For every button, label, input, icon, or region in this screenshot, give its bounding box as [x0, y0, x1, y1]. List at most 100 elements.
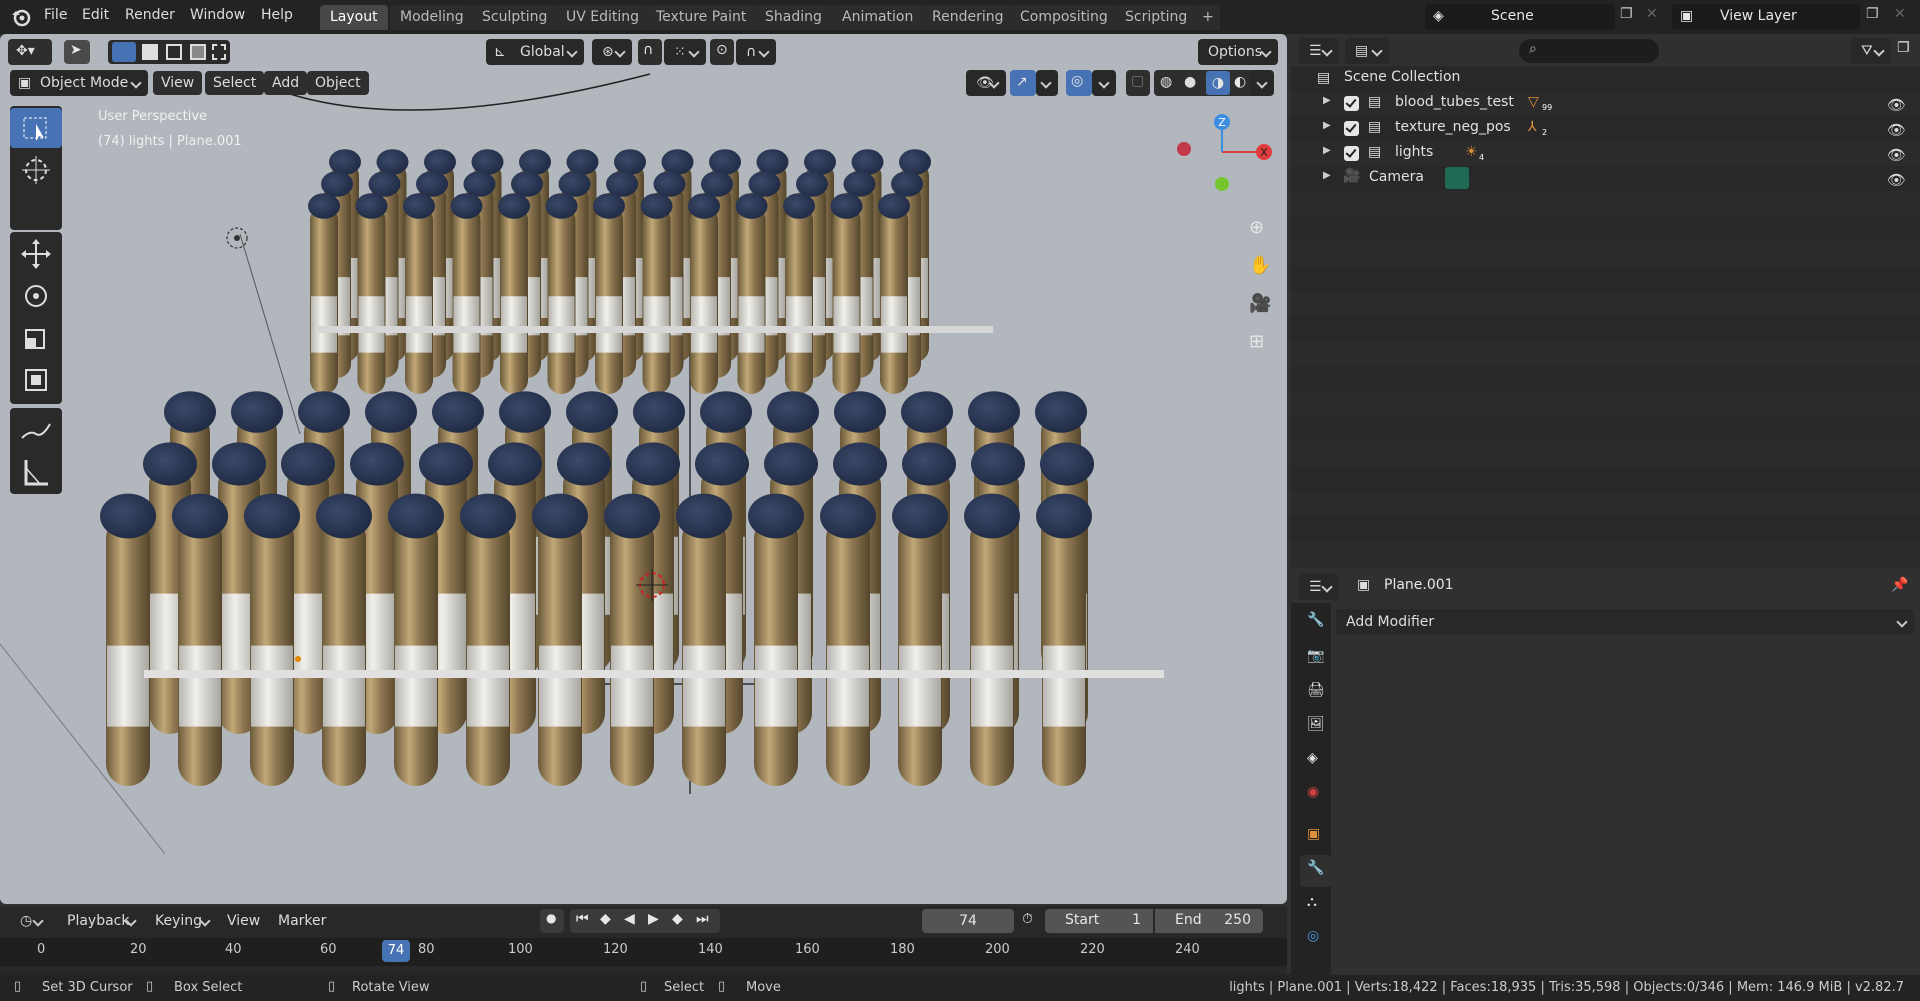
exclude-checkbox[interactable] — [1344, 121, 1359, 136]
tab-layout[interactable]: Layout — [320, 5, 388, 30]
physics-tab[interactable]: ◎ — [1300, 923, 1332, 955]
outliner-editor-type[interactable]: ☰ — [1299, 38, 1339, 64]
expand-arrow-icon[interactable]: ▶ — [1323, 120, 1331, 131]
tab-scripting[interactable]: Scripting — [1115, 5, 1198, 30]
outliner-row-texture-neg-pos[interactable]: ▶ ▤ texture_neg_pos ⅄ 2 👁 — [1291, 116, 1920, 141]
perspective-toggle-icon[interactable]: ⊞ — [1237, 324, 1277, 358]
object-tab[interactable]: ▣ — [1300, 821, 1332, 853]
timeline-editor-type[interactable]: ◷ — [10, 908, 50, 934]
scene-selector[interactable]: ◈ Scene — [1425, 4, 1615, 30]
tool-tab[interactable]: 🔧 — [1300, 607, 1332, 639]
transform-tool[interactable] — [10, 360, 62, 400]
prev-keyframe-icon[interactable]: ◆ — [600, 911, 611, 927]
neg-x-axis-handle[interactable] — [1177, 142, 1191, 156]
jump-end-icon[interactable]: ⏭ — [696, 911, 709, 927]
transform-orientation-dropdown[interactable]: ⊾ Global — [486, 39, 584, 65]
delete-scene-icon[interactable]: ✕ — [1646, 6, 1658, 22]
select-mode-button[interactable]: ➤ — [64, 40, 90, 64]
modifier-tab[interactable]: 🔧 — [1300, 855, 1332, 887]
tab-shading[interactable]: Shading — [755, 5, 832, 30]
menu-edit[interactable]: Edit — [82, 7, 109, 23]
tab-modeling[interactable]: Modeling — [390, 5, 474, 30]
exclude-checkbox[interactable] — [1344, 146, 1359, 161]
select-new-icon[interactable] — [112, 42, 136, 62]
delete-view-layer-icon[interactable]: ✕ — [1894, 6, 1906, 22]
gizmo-toggle[interactable]: ↗ — [1010, 70, 1036, 96]
tab-sculpting[interactable]: Sculpting — [472, 5, 558, 30]
solid-shading-icon[interactable]: ● — [1184, 74, 1196, 90]
menu-object[interactable]: Object — [307, 71, 369, 95]
navigation-gizmo[interactable]: X Z — [1170, 112, 1280, 202]
keying-dropdown[interactable]: Keying — [145, 908, 217, 934]
object-mode-dropdown[interactable]: ▣ Object Mode — [10, 70, 148, 96]
y-axis-handle[interactable] — [1215, 177, 1229, 191]
tab-animation[interactable]: Animation — [832, 5, 924, 30]
shading-dropdown[interactable] — [1250, 70, 1274, 96]
options-dropdown[interactable]: Options — [1198, 39, 1278, 65]
visibility-eye-icon[interactable]: 👁 — [1887, 171, 1906, 189]
menu-window[interactable]: Window — [190, 7, 245, 23]
material-shading-icon[interactable]: ◑ — [1206, 71, 1230, 95]
menu-add[interactable]: Add — [264, 71, 308, 95]
menu-render[interactable]: Render — [125, 7, 175, 23]
playback-dropdown[interactable]: Playback — [57, 908, 143, 934]
cursor-tool[interactable] — [10, 150, 62, 190]
overlays-toggle[interactable]: ◎ — [1066, 70, 1092, 96]
world-tab[interactable]: ◉ — [1300, 779, 1332, 811]
editor-type-button[interactable]: ✥▾ — [8, 39, 52, 65]
render-tab[interactable]: 📷 — [1300, 643, 1332, 675]
stopwatch-icon[interactable]: ⏱ — [1022, 911, 1033, 927]
filter-dropdown[interactable]: ⛛ — [1851, 38, 1891, 64]
visibility-dropdown[interactable]: 👁 — [966, 70, 1006, 96]
view-layer-selector[interactable]: ▣ View Layer — [1672, 4, 1860, 30]
outliner[interactable]: ☰ ▤ ⌕ ⛛ ❐ ▤ Scene Collection ▶ ▤ blood_t… — [1291, 34, 1920, 567]
scale-tool[interactable] — [10, 318, 62, 358]
expand-arrow-icon[interactable]: ▶ — [1323, 170, 1331, 181]
properties-editor-type[interactable]: ☰ — [1299, 574, 1339, 600]
end-frame-field[interactable]: End 250 — [1155, 909, 1263, 933]
falloff-dropdown[interactable]: ∩ — [736, 39, 776, 65]
pan-hand-icon[interactable]: ✋ — [1237, 248, 1277, 282]
move-tool[interactable] — [10, 234, 62, 274]
playhead[interactable]: 74 — [382, 940, 410, 962]
menu-help[interactable]: Help — [261, 7, 293, 23]
select-extend-icon[interactable] — [142, 44, 158, 60]
current-frame-field[interactable]: 74 — [922, 909, 1014, 933]
snap-toggle[interactable]: ∩ — [638, 39, 662, 65]
annotate-tool[interactable] — [10, 410, 62, 450]
select-subtract-icon[interactable] — [166, 44, 182, 60]
select-invert-icon[interactable] — [190, 44, 206, 60]
tab-texture-paint[interactable]: Texture Paint — [646, 5, 757, 30]
add-modifier-dropdown[interactable]: Add Modifier — [1336, 609, 1914, 635]
snap-target-dropdown[interactable]: ⁙ — [664, 39, 706, 65]
select-box-tool[interactable] — [10, 108, 62, 148]
visibility-eye-icon[interactable]: 👁 — [1887, 96, 1906, 114]
add-workspace-button[interactable]: + — [1196, 5, 1220, 30]
timeline-menu-marker[interactable]: Marker — [270, 909, 334, 933]
outliner-row-camera[interactable]: ▶ 🎥 Camera 👁 — [1291, 166, 1920, 191]
3d-viewport[interactable]: ✥▾ ➤ ⊾ Global ⊛ ∩ ⁙ ⊙ ∩ Options ▣ Object… — [0, 34, 1287, 904]
new-view-layer-icon[interactable]: ❐ — [1866, 6, 1879, 22]
blender-logo-icon[interactable] — [10, 6, 32, 28]
pin-icon[interactable]: 📌 — [1891, 577, 1908, 593]
tab-compositing[interactable]: Compositing — [1010, 5, 1118, 30]
display-mode-dropdown[interactable]: ▤ — [1345, 38, 1389, 64]
tab-rendering[interactable]: Rendering — [922, 5, 1014, 30]
rotate-tool[interactable] — [10, 276, 62, 316]
outliner-row-lights[interactable]: ▶ ▤ lights ☀ 4 👁 — [1291, 141, 1920, 166]
menu-file[interactable]: File — [44, 7, 67, 23]
measure-tool[interactable] — [10, 452, 62, 492]
zoom-icon[interactable]: ⊕ — [1237, 210, 1277, 244]
outliner-search-input[interactable]: ⌕ — [1519, 39, 1659, 63]
jump-start-icon[interactable]: ⏮ — [576, 911, 589, 927]
output-tab[interactable]: 🖨 — [1300, 677, 1332, 709]
timeline[interactable]: ◷ Playback Keying View Marker ● ⏮ ◆ ◀ ▶ … — [0, 906, 1287, 975]
properties-editor[interactable]: ☰ ▣ Plane.001 📌 🔧 📷 🖨 🖼 ◈ ◉ ▣ 🔧 ⛬ ◎ Add … — [1291, 571, 1920, 975]
select-intersect-icon[interactable] — [212, 44, 226, 60]
camera-view-icon[interactable]: 🎥 — [1237, 286, 1277, 320]
next-keyframe-icon[interactable]: ◆ — [672, 911, 683, 927]
gizmo-dropdown[interactable] — [1036, 70, 1058, 96]
expand-arrow-icon[interactable]: ▶ — [1323, 95, 1331, 106]
expand-arrow-icon[interactable]: ▶ — [1323, 145, 1331, 156]
new-collection-icon[interactable]: ❐ — [1897, 40, 1910, 56]
